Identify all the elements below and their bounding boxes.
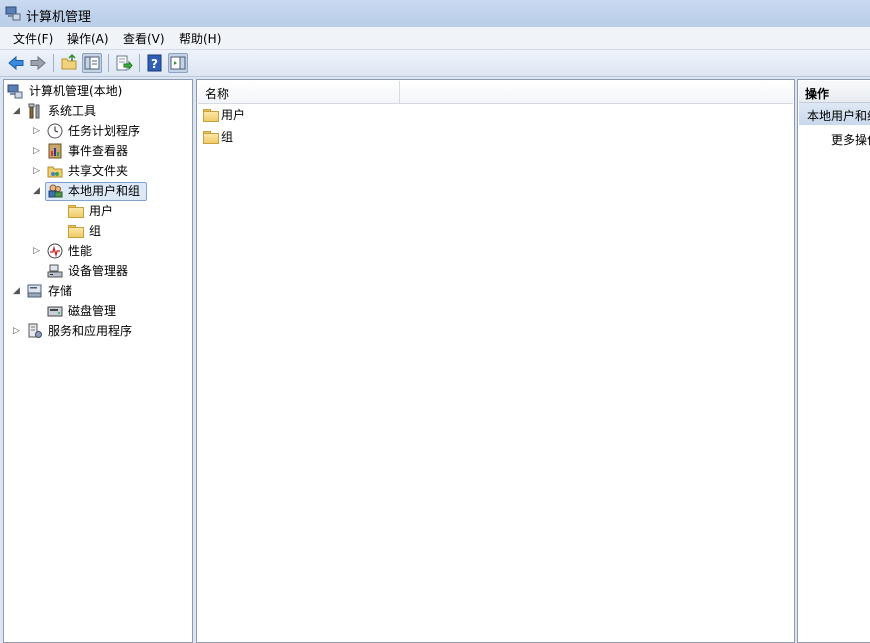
tree-item-device-manager[interactable]: 设备管理器 <box>7 262 187 280</box>
computer-management-icon <box>5 6 21 21</box>
console-tree-icon <box>84 56 100 70</box>
menu-help[interactable]: 帮助(H) <box>179 30 221 47</box>
tree-label: 任务计划程序 <box>68 124 141 138</box>
tree-item-storage[interactable]: ◢ 存储 <box>7 282 187 300</box>
column-header-label: 名称 <box>205 87 230 101</box>
tree-item-task-scheduler[interactable]: ▷ 任务计划程序 <box>7 122 187 140</box>
actions-pane: 操作 本地用户和组 更多操作 <box>797 79 870 643</box>
tree-label: 性能 <box>68 244 93 258</box>
results-list-pane: 名称 用户 组 <box>196 79 795 643</box>
list-item[interactable]: 组 <box>202 128 352 146</box>
tree-item-shared-folders[interactable]: ▷ 共享文件夹 <box>7 162 187 180</box>
tree-label: 服务和应用程序 <box>48 324 133 338</box>
tree-label: 本地用户和组 <box>68 184 141 198</box>
list-item[interactable]: 用户 <box>202 106 352 124</box>
actions-section-local-users-groups[interactable]: 本地用户和组 <box>799 103 870 125</box>
tree-item-system-tools[interactable]: ◢ 系统工具 <box>7 102 187 120</box>
window-title: 计算机管理 <box>26 10 92 25</box>
expanded-triangle-icon[interactable]: ◢ <box>13 102 20 120</box>
collapsed-triangle-icon[interactable]: ▷ <box>13 322 20 340</box>
folder-icon <box>68 205 84 218</box>
title-bar: 计算机管理 <box>0 0 870 27</box>
actions-section-label: 本地用户和组 <box>807 109 870 123</box>
toolbar-separator <box>53 54 54 72</box>
tree-item-users[interactable]: 用户 <box>7 202 187 220</box>
tree-label: 事件查看器 <box>68 144 129 158</box>
clock-icon <box>47 123 63 139</box>
column-header-name[interactable]: 名称 <box>198 81 400 104</box>
action-pane-toggle[interactable] <box>168 53 188 73</box>
collapsed-triangle-icon[interactable]: ▷ <box>33 242 40 260</box>
storage-icon <box>27 284 42 298</box>
actions-header-label: 操作 <box>805 87 830 101</box>
device-manager-icon <box>47 264 63 278</box>
list-item-label: 用户 <box>221 108 246 122</box>
console-tree-pane: 计算机管理(本地) ◢ 系统工具 ▷ 任务计划程序 ▷ 事件查看器 ▷ 共享文件… <box>3 79 193 643</box>
tree-label: 系统工具 <box>48 104 97 118</box>
services-icon <box>28 323 42 338</box>
folder-icon <box>203 109 219 122</box>
tree-label: 组 <box>89 224 102 238</box>
collapsed-triangle-icon[interactable]: ▷ <box>33 142 40 160</box>
action-pane-icon <box>170 56 186 70</box>
users-group-icon <box>48 184 63 198</box>
tree-label: 磁盘管理 <box>68 304 117 318</box>
up-folder-icon[interactable] <box>59 53 79 73</box>
tree-item-performance[interactable]: ▷ 性能 <box>7 242 187 260</box>
toolbar-separator <box>139 54 140 72</box>
menu-file[interactable]: 文件(F) <box>13 30 53 47</box>
folder-icon <box>203 131 219 144</box>
menu-action[interactable]: 操作(A) <box>67 30 109 47</box>
collapsed-triangle-icon[interactable]: ▷ <box>33 162 40 180</box>
expanded-triangle-icon[interactable]: ◢ <box>13 282 20 300</box>
more-actions-item[interactable]: 更多操作 <box>799 129 870 149</box>
toolbar-separator <box>108 54 109 72</box>
column-header-empty <box>400 81 793 104</box>
back-arrow-icon[interactable] <box>6 53 26 73</box>
tree-item-root[interactable]: 计算机管理(本地) <box>7 82 187 100</box>
collapsed-triangle-icon[interactable]: ▷ <box>33 122 40 140</box>
tree-label: 用户 <box>89 204 114 218</box>
forward-arrow-icon[interactable] <box>28 53 48 73</box>
disk-management-icon <box>47 306 63 317</box>
tree-item-groups[interactable]: 组 <box>7 222 187 240</box>
tree-item-event-viewer[interactable]: ▷ 事件查看器 <box>7 142 187 160</box>
toolbar: ? <box>0 50 870 77</box>
tree-label: 存储 <box>48 284 73 298</box>
computer-management-icon <box>7 84 23 99</box>
tree-item-local-users-groups[interactable]: ◢ 本地用户和组 <box>7 182 187 201</box>
tree-label: 共享文件夹 <box>68 164 129 178</box>
list-item-label: 组 <box>221 130 234 144</box>
tree-label: 设备管理器 <box>68 264 129 278</box>
help-icon[interactable]: ? <box>145 53 165 73</box>
menu-view[interactable]: 查看(V) <box>123 30 165 47</box>
shared-folder-icon <box>47 166 63 178</box>
console-tree-toggle[interactable] <box>82 53 102 73</box>
svg-text:?: ? <box>151 57 158 71</box>
event-viewer-icon <box>48 143 62 159</box>
actions-header: 操作 <box>799 81 870 103</box>
folder-icon <box>68 225 84 238</box>
tree-item-services-apps[interactable]: ▷ 服务和应用程序 <box>7 322 187 340</box>
export-list-icon[interactable] <box>114 53 134 73</box>
tools-icon <box>28 103 40 119</box>
expanded-triangle-icon[interactable]: ◢ <box>33 182 40 200</box>
more-actions-label: 更多操作 <box>831 133 870 147</box>
menu-bar: 文件(F) 操作(A) 查看(V) 帮助(H) <box>0 27 870 50</box>
performance-icon <box>47 243 63 259</box>
tree-label: 计算机管理(本地) <box>29 84 123 98</box>
tree-item-disk-management[interactable]: 磁盘管理 <box>7 302 187 320</box>
